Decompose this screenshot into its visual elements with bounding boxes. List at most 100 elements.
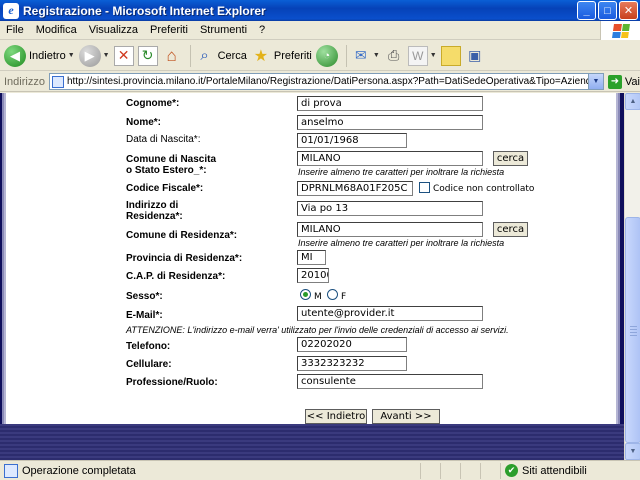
scroll-down-icon[interactable]: ▼ [625,443,640,460]
nome-input[interactable]: anselmo [297,115,483,130]
scroll-up-icon[interactable]: ▲ [625,93,640,110]
history-button[interactable]: ◔ [315,43,338,69]
chevron-down-icon[interactable]: ▼ [68,52,75,59]
address-input[interactable]: http://sintesi.provincia.milano.it/Porta… [48,73,604,90]
menu-modifica[interactable]: Modifica [30,24,83,36]
codice-non-controllato-label: Codice non controllato [433,184,535,194]
close-button[interactable]: ✕ [619,1,638,20]
ie-logo-icon: e [3,2,19,19]
cerca-residenza-button[interactable]: cerca [493,222,528,237]
status-segment [440,462,460,479]
go-label: Vai [624,75,640,88]
menu-visualizza[interactable]: Visualizza [83,24,144,36]
address-label: Indirizzo [4,75,45,88]
status-segment [480,462,500,479]
research-icon: ▣ [468,47,482,63]
print-button[interactable]: ⎙ [384,43,404,69]
chevron-down-icon[interactable]: ▼ [587,74,603,89]
forward-arrow-icon: ▶ [78,44,101,67]
edit-button[interactable]: W ▼ [407,43,437,69]
attenzione-note: ATTENZIONE: L'indirizzo e-mail verra' ut… [126,325,509,335]
menu-file[interactable]: File [0,24,30,36]
toolbar-separator [345,44,347,67]
chevron-down-icon[interactable]: ▼ [373,52,380,59]
menu-strumenti[interactable]: Strumenti [194,24,253,36]
stop-button[interactable]: ✕ [113,43,134,69]
trusted-sites-icon: ✔ [505,464,518,477]
indirizzo-label: Indirizzo di [126,200,179,211]
comune-residenza-input[interactable]: MILANO [297,222,483,237]
chevron-down-icon[interactable]: ▼ [103,52,110,59]
messenger-button[interactable]: ▣ [465,43,485,69]
title-bar: e Registrazione - Microsoft Internet Exp… [0,0,640,21]
avanti-button[interactable]: Avanti >> [372,409,440,424]
search-button[interactable]: ⌕ Cerca [195,43,247,69]
sesso-label: Sesso*: [126,291,163,302]
vertical-scrollbar[interactable]: ▲ ▼ [624,93,640,460]
home-button[interactable]: ⌂ [162,43,182,69]
go-button[interactable]: ➜ Vai [607,74,640,89]
residenza-label: Residenza*: [126,211,183,222]
stop-icon: ✕ [113,45,134,66]
history-icon: ◔ [315,44,338,67]
star-icon: ★ [253,47,269,65]
cerca-nascita-button[interactable]: cerca [493,151,528,166]
codice-fiscale-label: Codice Fiscale*: [126,183,204,194]
right-page-border [528,93,624,424]
cognome-label: Cognome*: [126,98,180,109]
back-button[interactable]: ◀ Indietro ▼ [4,43,75,69]
sesso-f-label: F [341,292,347,302]
cellulare-input[interactable]: 3332323232 [297,356,407,371]
favorites-label: Preferiti [273,49,312,62]
provincia-input[interactable]: MI [297,250,326,265]
forward-button[interactable]: ▶ ▼ [78,43,110,69]
cognome-input[interactable]: di prova [297,96,483,111]
page-icon [51,75,64,88]
word-icon: W [407,45,428,66]
codice-fiscale-input[interactable]: DPRNLM68A01F205C [297,181,413,196]
home-icon: ⌂ [166,45,177,65]
telefono-input[interactable]: 02202020 [297,337,407,352]
cap-input[interactable]: 20100 [297,268,329,283]
minimize-button[interactable]: _ [577,1,596,20]
comune-nascita-input[interactable]: MILANO [297,151,483,166]
maximize-button[interactable]: □ [598,1,617,20]
favorites-button[interactable]: ★ Preferiti [251,43,312,69]
mail-button[interactable]: ✉ ▼ [351,43,380,69]
scroll-thumb[interactable] [625,217,640,443]
email-input[interactable]: utente@provider.it [297,306,483,321]
back-arrow-icon: ◀ [4,44,26,67]
professione-input[interactable]: consulente [297,374,483,389]
indietro-button[interactable]: << Indietro [305,409,367,424]
refresh-button[interactable]: ↻ [137,43,158,69]
toolbar: ◀ Indietro ▼ ▶ ▼ ✕ ↻ ⌂ ⌕ Cerca ★ Preferi… [0,41,640,71]
comune-nascita-label: Comune di Nascita [126,154,217,165]
status-segment [420,462,440,479]
comune-residenza-label: Comune di Residenza*: [126,230,238,241]
status-text: Operazione completata [22,464,136,477]
note-icon [440,45,461,66]
sesso-m-radio[interactable] [300,289,311,300]
status-segment [460,462,480,479]
discuss-button[interactable] [440,43,461,69]
page-viewport: Cognome*: di prova Nome*: anselmo Data d… [0,93,640,460]
sesso-m-label: M [314,292,322,302]
professione-label: Professione/Ruolo: [126,377,218,388]
indirizzo-input[interactable]: Via po 13 [297,201,483,216]
toolbar-separator [189,44,191,67]
menu-preferiti[interactable]: Preferiti [144,24,194,36]
data-nascita-input[interactable]: 01/01/1968 [297,133,407,148]
page-footer-band [0,424,624,460]
address-bar: Indirizzo http://sintesi.provincia.milan… [0,72,640,92]
comune-nascita-hint: Inserire almeno tre caratteri per inoltr… [298,167,505,177]
codice-non-controllato-checkbox[interactable] [419,182,430,193]
go-arrow-icon: ➜ [607,74,622,89]
left-page-border [0,93,115,424]
chevron-down-icon[interactable]: ▼ [430,52,437,59]
sesso-f-radio[interactable] [327,289,338,300]
menu-help[interactable]: ? [253,24,271,36]
menu-bar: File Modifica Visualizza Preferiti Strum… [0,21,640,40]
zone-label: Siti attendibili [522,464,587,477]
windows-logo-icon [600,21,640,40]
cellulare-label: Cellulare: [126,359,172,370]
